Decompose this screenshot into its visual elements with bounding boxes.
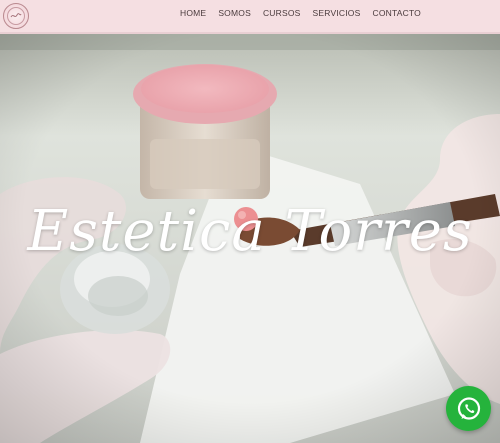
main-nav: HOME SOMOS CURSOS SERVICIOS CONTACTO: [174, 0, 427, 26]
whatsapp-icon: [457, 396, 480, 420]
nav-item-home[interactable]: HOME: [174, 8, 212, 18]
site-header: HOME SOMOS CURSOS SERVICIOS CONTACTO: [0, 0, 500, 34]
nav-item-somos[interactable]: SOMOS: [212, 8, 257, 18]
brand-logo[interactable]: [3, 3, 29, 29]
nav-item-servicios[interactable]: SERVICIOS: [307, 8, 367, 18]
brand-logo-icon: [7, 7, 25, 25]
nav-item-cursos[interactable]: CURSOS: [257, 8, 307, 18]
hero-banner: Estetica Torres: [0, 34, 500, 443]
hero-title: Estetica Torres: [27, 199, 473, 264]
nav-item-contacto[interactable]: CONTACTO: [366, 8, 427, 18]
page: HOME SOMOS CURSOS SERVICIOS CONTACTO Est…: [0, 0, 500, 443]
whatsapp-button[interactable]: [446, 386, 491, 431]
